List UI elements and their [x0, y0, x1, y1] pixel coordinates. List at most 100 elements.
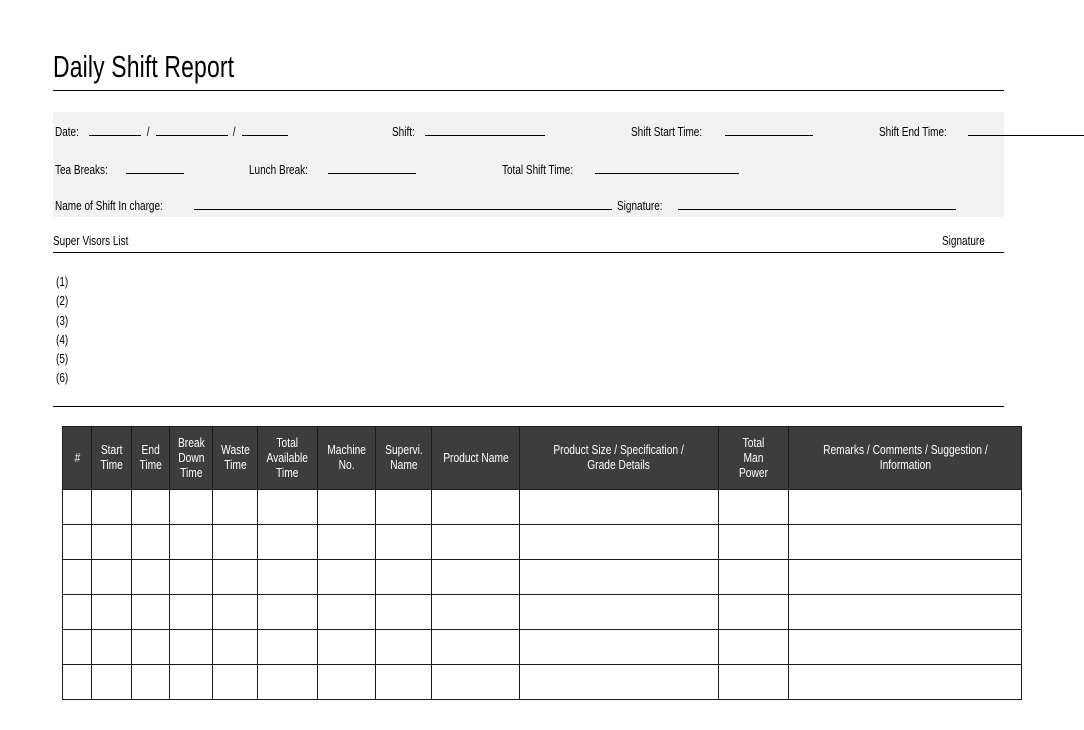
cell-product-size-spec[interactable] — [519, 664, 719, 700]
cell-supervisor-name[interactable] — [375, 594, 432, 630]
cell-waste-time[interactable] — [212, 629, 258, 665]
tea-breaks-field[interactable]: Tea Breaks: — [55, 162, 185, 177]
cell-total-available-time[interactable] — [257, 629, 318, 665]
cell-supervisor-name[interactable] — [375, 524, 432, 560]
cell-break-down-time[interactable] — [169, 629, 213, 665]
cell-waste-time[interactable] — [212, 524, 258, 560]
cell-total-man-power[interactable] — [718, 629, 789, 665]
cell-total-man-power[interactable] — [718, 489, 789, 525]
cell-index[interactable] — [62, 664, 92, 700]
cell-start-time[interactable] — [91, 524, 132, 560]
name-of-shift-in-charge-blank[interactable] — [194, 198, 613, 210]
lunch-break-blank[interactable] — [327, 162, 416, 174]
total-shift-time-blank[interactable] — [595, 162, 740, 174]
cell-end-time[interactable] — [131, 594, 170, 630]
cell-break-down-time[interactable] — [169, 524, 213, 560]
date-day-blank[interactable] — [89, 124, 142, 136]
list-item[interactable]: (6) — [56, 369, 68, 388]
cell-start-time[interactable] — [91, 559, 132, 595]
cell-machine-no[interactable] — [317, 629, 376, 665]
cell-machine-no[interactable] — [317, 524, 376, 560]
cell-total-man-power[interactable] — [718, 664, 789, 700]
cell-end-time[interactable] — [131, 664, 170, 700]
cell-supervisor-name[interactable] — [375, 664, 432, 700]
in-charge-signature-blank[interactable] — [678, 198, 957, 210]
list-item[interactable]: (3) — [56, 312, 68, 331]
cell-product-name[interactable] — [431, 489, 520, 525]
tea-breaks-label: Tea Breaks: — [55, 163, 108, 177]
cell-product-name[interactable] — [431, 664, 520, 700]
cell-break-down-time[interactable] — [169, 594, 213, 630]
date-field[interactable]: Date: / / — [55, 124, 289, 139]
cell-index[interactable] — [62, 629, 92, 665]
cell-end-time[interactable] — [131, 629, 170, 665]
cell-break-down-time[interactable] — [169, 664, 213, 700]
cell-index[interactable] — [62, 489, 92, 525]
cell-product-name[interactable] — [431, 524, 520, 560]
cell-total-available-time[interactable] — [257, 559, 318, 595]
cell-remarks[interactable] — [788, 629, 1022, 665]
cell-total-available-time[interactable] — [257, 594, 318, 630]
cell-index[interactable] — [62, 559, 92, 595]
cell-start-time[interactable] — [91, 594, 132, 630]
cell-product-size-spec[interactable] — [519, 524, 719, 560]
cell-machine-no[interactable] — [317, 594, 376, 630]
cell-remarks[interactable] — [788, 594, 1022, 630]
cell-machine-no[interactable] — [317, 559, 376, 595]
date-month-blank[interactable] — [155, 124, 228, 136]
total-shift-time-field[interactable]: Total Shift Time: — [502, 162, 740, 177]
cell-index[interactable] — [62, 524, 92, 560]
cell-total-man-power[interactable] — [718, 594, 789, 630]
in-charge-signature-field[interactable]: Signature: — [617, 198, 957, 213]
cell-break-down-time[interactable] — [169, 559, 213, 595]
cell-break-down-time[interactable] — [169, 489, 213, 525]
shift-start-time-blank[interactable] — [724, 124, 813, 136]
cell-waste-time[interactable] — [212, 559, 258, 595]
cell-product-name[interactable] — [431, 594, 520, 630]
cell-product-name[interactable] — [431, 559, 520, 595]
cell-end-time[interactable] — [131, 559, 170, 595]
list-item[interactable]: (1) — [56, 273, 68, 292]
cell-waste-time[interactable] — [212, 594, 258, 630]
cell-remarks[interactable] — [788, 559, 1022, 595]
cell-product-size-spec[interactable] — [519, 594, 719, 630]
cell-remarks[interactable] — [788, 524, 1022, 560]
tea-breaks-blank[interactable] — [125, 162, 184, 174]
shift-field[interactable]: Shift: — [392, 124, 546, 139]
list-item[interactable]: (2) — [56, 292, 68, 311]
cell-total-man-power[interactable] — [718, 524, 789, 560]
cell-product-size-spec[interactable] — [519, 629, 719, 665]
date-separator-1: / — [146, 125, 150, 139]
cell-product-size-spec[interactable] — [519, 559, 719, 595]
shift-blank[interactable] — [425, 124, 546, 136]
cell-product-name[interactable] — [431, 629, 520, 665]
cell-machine-no[interactable] — [317, 489, 376, 525]
shift-end-time-blank[interactable] — [967, 124, 1084, 136]
date-year-blank[interactable] — [242, 124, 289, 136]
cell-total-available-time[interactable] — [257, 664, 318, 700]
cell-remarks[interactable] — [788, 489, 1022, 525]
shift-end-time-field[interactable]: Shift End Time: — [879, 124, 1084, 139]
cell-total-man-power[interactable] — [718, 559, 789, 595]
cell-total-available-time[interactable] — [257, 489, 318, 525]
cell-machine-no[interactable] — [317, 664, 376, 700]
cell-supervisor-name[interactable] — [375, 559, 432, 595]
cell-remarks[interactable] — [788, 664, 1022, 700]
cell-total-available-time[interactable] — [257, 524, 318, 560]
cell-start-time[interactable] — [91, 489, 132, 525]
cell-end-time[interactable] — [131, 489, 170, 525]
list-item[interactable]: (4) — [56, 331, 68, 350]
cell-supervisor-name[interactable] — [375, 489, 432, 525]
cell-product-size-spec[interactable] — [519, 489, 719, 525]
list-item[interactable]: (5) — [56, 350, 68, 369]
cell-start-time[interactable] — [91, 664, 132, 700]
cell-end-time[interactable] — [131, 524, 170, 560]
cell-index[interactable] — [62, 594, 92, 630]
name-of-shift-in-charge-field[interactable]: Name of Shift In charge: — [55, 198, 613, 213]
cell-waste-time[interactable] — [212, 489, 258, 525]
cell-waste-time[interactable] — [212, 664, 258, 700]
lunch-break-field[interactable]: Lunch Break: — [249, 162, 416, 177]
shift-start-time-field[interactable]: Shift Start Time: — [631, 124, 813, 139]
cell-supervisor-name[interactable] — [375, 629, 432, 665]
cell-start-time[interactable] — [91, 629, 132, 665]
